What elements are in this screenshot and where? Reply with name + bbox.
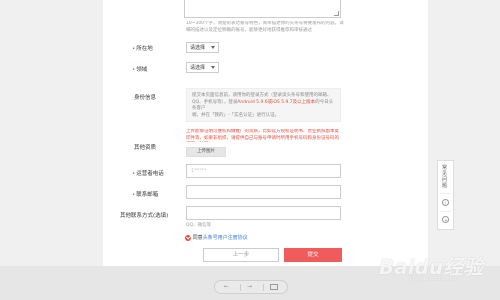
domain-select-value: 请选择 — [190, 65, 206, 71]
required-mark: • — [132, 67, 136, 73]
region-label-text: 所在地 — [136, 46, 153, 52]
side-divider — [440, 193, 451, 194]
domain-label-text: 领域 — [136, 67, 148, 73]
required-mark: • — [132, 192, 136, 198]
region-select-value: 请选择 — [190, 45, 206, 51]
resize-handle-icon[interactable] — [334, 11, 339, 16]
description-note: 10~300个字，清楚的表达账号特色，简单描述你的头条号将要发布的内容。详细的描… — [186, 21, 344, 33]
agree-checkbox[interactable] — [185, 234, 191, 241]
domain-label: •领域 — [132, 65, 147, 73]
identity-label: 身份信息 — [134, 95, 157, 101]
version-highlight: Android 5.9.6或iOS 5.9.7及以上版本 — [237, 99, 316, 105]
phone-input[interactable]: 1***** — [186, 164, 341, 178]
back-to-top-icon[interactable] — [442, 216, 449, 223]
identity-info-line3: 端，并在「我的」-「实名认证」进行认证。 — [192, 112, 280, 118]
info-icon[interactable]: i — [442, 199, 449, 206]
agree-prefix: 同意 — [192, 235, 203, 241]
other-contact-hint: QQ、微信等 — [186, 223, 212, 228]
phone-label-text: 运营者电话 — [136, 171, 164, 177]
submit-button[interactable]: 提交 — [284, 248, 342, 262]
side-help-panel: 常见问题 i — [437, 160, 454, 230]
domain-select[interactable]: 请选择 — [186, 62, 219, 73]
agree-link[interactable]: 头条号用户注册协议 — [203, 235, 248, 241]
other-docs-label: 其他资质 — [134, 145, 157, 151]
faq-label: 常见问题 — [442, 165, 448, 189]
other-contact-label: 其他联系方式(选填) — [120, 213, 169, 219]
region-label: •所在地 — [132, 44, 153, 52]
required-mark: • — [132, 171, 136, 177]
region-select[interactable]: 请选择 — [186, 42, 219, 53]
description-textarea[interactable] — [184, 0, 341, 18]
nav-divider — [263, 284, 264, 291]
other-contact-input[interactable] — [186, 206, 341, 220]
email-label: •联系邮箱 — [132, 190, 158, 198]
identity-info-box: 提交本页面信息前，请用你的登录方式（登录读头条号和使用的邮箱、 QQ、手机号等）… — [186, 88, 341, 122]
required-mark: • — [132, 46, 136, 52]
upload-image-button[interactable]: 上传图片 — [186, 147, 226, 157]
image-nav-bar: ← → — [214, 280, 288, 294]
arrow-left-icon[interactable]: ← — [224, 284, 229, 290]
email-label-text: 联系邮箱 — [136, 192, 159, 198]
prev-step-button[interactable]: 上一步 — [203, 248, 279, 262]
arrow-right-icon[interactable]: → — [247, 284, 252, 290]
checkmark-icon — [185, 234, 191, 240]
agree-row: 同意头条号用户注册协议 — [185, 234, 248, 241]
side-divider — [440, 211, 451, 212]
nav-divider — [240, 284, 241, 291]
faq-link[interactable]: 常见问题 — [442, 165, 450, 189]
email-input[interactable] — [186, 185, 341, 199]
other-docs-note: 上传能够证明可维权和做推广的资质，比如官方授权证明书、营业执照副本复印件等，如果… — [186, 129, 339, 141]
chevron-down-icon — [211, 46, 215, 49]
expand-icon[interactable] — [270, 284, 278, 290]
watermark-url: jingyan.baidu.com — [410, 276, 457, 282]
phone-input-value: 1***** — [191, 168, 207, 174]
phone-label: •运营者电话 — [132, 169, 164, 177]
identity-info-line2: QQ、手机号等），登录Android 5.9.6或iOS 5.9.7及以上版本的… — [192, 99, 334, 112]
chevron-down-icon — [211, 66, 215, 69]
